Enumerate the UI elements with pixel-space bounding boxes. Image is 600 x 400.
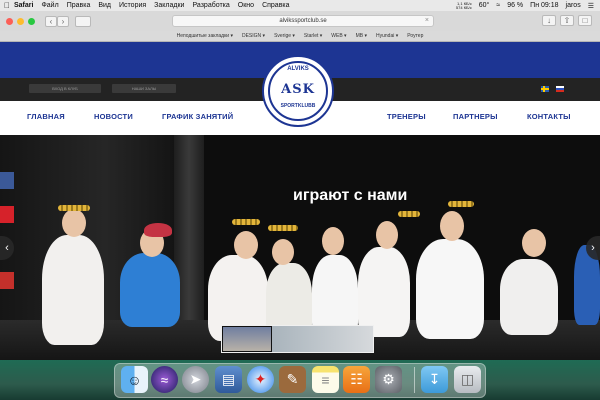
child-figure bbox=[500, 259, 558, 335]
red-bow bbox=[144, 223, 172, 237]
menu-item-develop[interactable]: Разработка bbox=[192, 2, 229, 9]
menu-item-edit[interactable]: Правка bbox=[67, 2, 91, 9]
facebook-icon[interactable] bbox=[0, 172, 14, 189]
favorite-item[interactable]: MB ▾ bbox=[356, 33, 367, 39]
favorite-item[interactable]: Неподшитые закладки ▾ bbox=[177, 33, 233, 39]
youtube-icon[interactable] bbox=[0, 206, 14, 223]
flower-wreath bbox=[398, 211, 420, 217]
club-logo[interactable]: ALVIKS ASK SPORTKLUBB bbox=[262, 55, 334, 127]
finder-icon[interactable]: ☺ bbox=[121, 366, 148, 393]
clock[interactable]: Пн 09:18 bbox=[530, 2, 558, 9]
window-controls bbox=[6, 17, 35, 25]
nav-schedule[interactable]: ГРАФИК ЗАНЯТИЙ bbox=[162, 112, 233, 121]
tabs-overview-button[interactable]: □ bbox=[578, 15, 592, 26]
nav-partners[interactable]: ПАРТНЕРЫ bbox=[453, 112, 498, 121]
zoom-window-button[interactable] bbox=[28, 17, 35, 25]
dock-separator bbox=[414, 367, 415, 393]
trash-icon[interactable]: ◫ bbox=[454, 366, 481, 393]
forward-button[interactable]: › bbox=[57, 15, 69, 27]
favorite-item[interactable]: WEB ▾ bbox=[331, 33, 346, 39]
flower-wreath bbox=[58, 205, 90, 211]
stop-loading-icon[interactable]: × bbox=[425, 16, 429, 26]
menu-item-file[interactable]: Файл bbox=[41, 2, 58, 9]
club-login-button[interactable]: ВХОД В КЛУБ bbox=[29, 84, 101, 93]
battery-label[interactable]: 96 % bbox=[507, 2, 523, 9]
menu-app-name[interactable]: Safari bbox=[14, 2, 33, 9]
siri-icon[interactable]: ≈ bbox=[151, 366, 178, 393]
favorite-item[interactable]: Sverige ▾ bbox=[274, 33, 295, 39]
wifi-icon[interactable]: ≈ bbox=[496, 2, 500, 9]
nav-coaches[interactable]: ТРЕНЕРЫ bbox=[387, 112, 426, 121]
notes-icon[interactable]: ≡ bbox=[312, 366, 339, 393]
safari-toolbar: ‹ › alvikssportclub.se × ↓ ⇧ □ bbox=[0, 11, 600, 31]
network-speed[interactable]: 1,1 КБ/с 574 КБ/с bbox=[455, 1, 472, 10]
back-button[interactable]: ‹ bbox=[45, 15, 57, 27]
share-button[interactable]: ⇧ bbox=[560, 15, 574, 26]
temperature-readout[interactable]: 60° bbox=[479, 2, 490, 9]
child-head bbox=[272, 239, 294, 265]
flower-wreath bbox=[232, 219, 260, 225]
child-figure bbox=[120, 253, 180, 327]
our-halls-button[interactable]: НАШИ ЗАЛЫ bbox=[112, 84, 176, 93]
slide-thumbnail[interactable] bbox=[272, 326, 373, 352]
network-download: 574 КБ/с bbox=[455, 4, 472, 10]
child-figure bbox=[416, 239, 484, 339]
favorite-item[interactable]: Hyundai ▾ bbox=[376, 33, 398, 39]
menu-item-help[interactable]: Справка bbox=[262, 2, 289, 9]
russian-flag-icon[interactable] bbox=[556, 86, 564, 92]
books-icon[interactable]: ☷ bbox=[343, 366, 370, 393]
child-head bbox=[376, 221, 398, 249]
logo-text-main: ASK bbox=[281, 82, 315, 97]
nav-news[interactable]: НОВОСТИ bbox=[94, 112, 133, 121]
downloads-button[interactable]: ↓ bbox=[542, 15, 556, 26]
address-url: alvikssportclub.se bbox=[279, 18, 327, 24]
swedish-flag-icon[interactable] bbox=[541, 86, 549, 92]
sidebar-toggle-button[interactable] bbox=[75, 15, 91, 27]
minimize-window-button[interactable] bbox=[17, 17, 24, 25]
safari-icon[interactable]: ✦ bbox=[247, 366, 274, 393]
menu-item-window[interactable]: Окно bbox=[238, 2, 254, 9]
menu-item-history[interactable]: История bbox=[119, 2, 146, 9]
address-bar[interactable]: alvikssportclub.se × bbox=[172, 15, 434, 27]
menu-bar:  Safari Файл Правка Вид История Закладк… bbox=[0, 0, 600, 11]
notefile-icon[interactable]: ✎ bbox=[279, 366, 306, 393]
flower-wreath bbox=[448, 201, 474, 207]
close-window-button[interactable] bbox=[6, 17, 13, 25]
apple-icon[interactable]:  bbox=[0, 1, 14, 10]
nav-home[interactable]: ГЛАВНАЯ bbox=[27, 112, 65, 121]
system-preferences-icon[interactable]: ⚙ bbox=[375, 366, 402, 393]
favorite-item[interactable]: Роутер bbox=[407, 33, 423, 39]
logo-text-top: ALVIKS bbox=[287, 66, 309, 72]
favorites-bar: Неподшитые закладки ▾ DESIGN ▾ Sverige ▾… bbox=[0, 31, 600, 42]
favorite-item[interactable]: DESIGN ▾ bbox=[242, 33, 265, 39]
child-head bbox=[322, 227, 344, 255]
flower-wreath bbox=[268, 225, 298, 231]
user-name[interactable]: jaros bbox=[566, 2, 581, 9]
hero-title: играют с нами bbox=[293, 187, 408, 204]
child-head bbox=[440, 211, 464, 241]
slide-thumbnails bbox=[221, 325, 374, 353]
launchpad-icon[interactable]: ➤ bbox=[182, 366, 209, 393]
child-head bbox=[234, 231, 258, 259]
child-figure bbox=[358, 247, 410, 337]
menu-item-view[interactable]: Вид bbox=[98, 2, 111, 9]
menu-list-icon[interactable]: ☰ bbox=[588, 2, 594, 10]
slide-thumbnail-active[interactable] bbox=[222, 326, 272, 352]
nav-contacts[interactable]: КОНТАКТЫ bbox=[527, 112, 571, 121]
child-head bbox=[522, 229, 546, 257]
instagram-icon[interactable] bbox=[0, 272, 14, 289]
menu-item-bookmarks[interactable]: Закладки bbox=[154, 2, 184, 9]
preview-icon[interactable]: ▤ bbox=[215, 366, 242, 393]
logo-text-bottom: SPORTKLUBB bbox=[280, 103, 316, 109]
downloads-folder-icon[interactable]: ↧ bbox=[421, 366, 448, 393]
child-head bbox=[62, 209, 86, 237]
favorite-item[interactable]: Starlet ▾ bbox=[304, 33, 322, 39]
child-figure bbox=[42, 235, 104, 345]
